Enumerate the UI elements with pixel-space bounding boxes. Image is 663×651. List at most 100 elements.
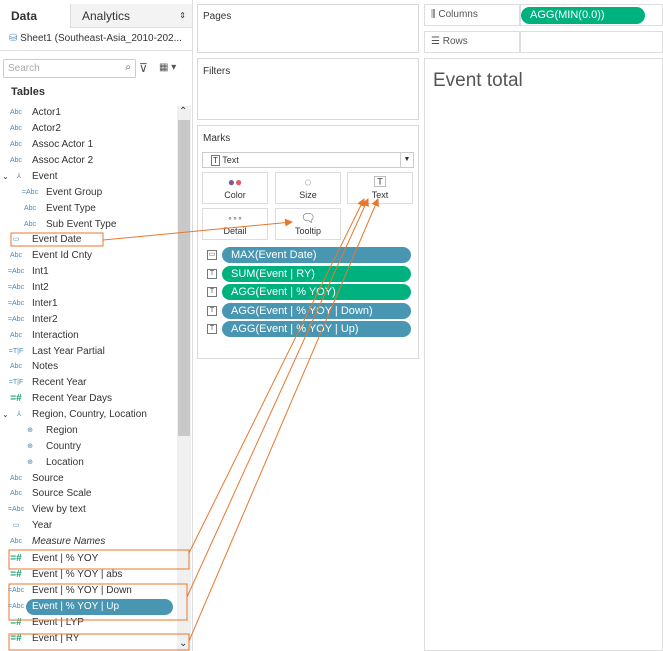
- field-item[interactable]: Abc Source Scale: [0, 486, 176, 502]
- field-label: Event Id Cnty: [32, 250, 93, 261]
- field-label: Int1: [32, 266, 49, 277]
- tooltip-button[interactable]: 🗨 Tooltip: [275, 208, 341, 240]
- field-item[interactable]: =# Event | LYP: [0, 615, 176, 631]
- field-item[interactable]: Abc Notes: [0, 359, 176, 375]
- dimension-icon: Abc: [9, 475, 23, 482]
- field-item[interactable]: =# Event | RY: [0, 631, 176, 647]
- marks-pill[interactable]: AGG(Event | % YOY): [222, 284, 411, 301]
- field-item[interactable]: =T|F Recent Year: [0, 375, 176, 391]
- field-label: Recent Year: [32, 377, 87, 388]
- scrollbar[interactable]: ⌃ ⌄: [177, 106, 191, 651]
- rows-label: Rows: [442, 36, 468, 47]
- marks-pill[interactable]: AGG(Event | % YOY | Down): [222, 302, 411, 319]
- marks-pill[interactable]: MAX(Event Date): [222, 247, 411, 263]
- text-encoding-icon[interactable]: T: [207, 305, 217, 316]
- dimension-icon: Abc: [9, 109, 23, 116]
- columns-shelf[interactable]: AGG(MIN(0.0)): [520, 4, 663, 26]
- marks-pill[interactable]: AGG(Event | % YOY | Up): [222, 321, 411, 338]
- filters-shelf[interactable]: Filters: [197, 58, 419, 120]
- field-item[interactable]: Abc Measure Names: [0, 534, 176, 550]
- scroll-up-icon[interactable]: ⌃: [179, 106, 187, 117]
- dimension-icon: Abc: [9, 141, 23, 148]
- field-item[interactable]: ▭ Event Date: [0, 232, 176, 248]
- field-item[interactable]: =Abc Event | % YOY | Up: [0, 599, 176, 615]
- marks-label: Marks: [203, 133, 231, 144]
- scroll-down-icon[interactable]: ⌄: [179, 638, 187, 649]
- tooltip-encoding-icon[interactable]: ▭: [207, 250, 217, 260]
- field-item[interactable]: Abc Actor2: [0, 121, 176, 137]
- dimension-icon: =Abc: [7, 506, 25, 513]
- hierarchy-icon: ⅄: [16, 173, 22, 180]
- size-label: Size: [299, 190, 317, 200]
- field-item[interactable]: ⊕ Country: [0, 439, 176, 455]
- field-item[interactable]: ⌄ ⅄ Event: [0, 169, 176, 185]
- search-input[interactable]: Search ⌕: [3, 59, 136, 78]
- columns-icon: ⫼: [431, 9, 436, 20]
- field-label: Actor1: [32, 107, 61, 118]
- field-item[interactable]: Abc Source: [0, 471, 176, 487]
- field-item[interactable]: =Abc Int1: [0, 264, 176, 280]
- measure-icon: =#: [10, 617, 22, 628]
- dimension-icon: Abc: [9, 125, 23, 132]
- detail-button[interactable]: ∘∘∘ Detail: [202, 208, 268, 240]
- text-encoding-icon[interactable]: T: [207, 287, 217, 298]
- size-button[interactable]: ◌ Size: [275, 172, 341, 204]
- text-icon: 🅃: [373, 175, 386, 189]
- rows-shelf[interactable]: [520, 31, 663, 53]
- field-label: Event | % YOY | Down: [32, 585, 132, 596]
- columns-pill[interactable]: AGG(MIN(0.0)): [521, 7, 645, 24]
- filter-icon[interactable]: ⊽: [139, 61, 148, 75]
- datasource[interactable]: ⛁ Sheet1 (Southeast-Asia_2010-202...: [9, 32, 191, 46]
- dimension-icon: Abc: [23, 205, 37, 212]
- field-item[interactable]: =Abc Event Group: [0, 185, 176, 201]
- field-label: Event | RY: [32, 633, 80, 644]
- rows-shelf-label: ☰ Rows: [424, 31, 520, 53]
- view-options-icon[interactable]: ▦ ▾: [159, 62, 176, 73]
- field-item[interactable]: Abc Actor1: [0, 105, 176, 121]
- field-item[interactable]: =# Recent Year Days: [0, 391, 176, 407]
- field-item[interactable]: =Abc Int2: [0, 280, 176, 296]
- field-item[interactable]: Abc Event Type: [0, 201, 176, 217]
- pages-shelf[interactable]: Pages: [197, 4, 419, 53]
- field-item[interactable]: =# Event | % YOY: [0, 551, 176, 567]
- dimension-icon: Abc: [9, 252, 23, 259]
- text-button[interactable]: 🅃 Text: [347, 172, 413, 204]
- tab-data[interactable]: Data: [0, 4, 70, 28]
- field-item[interactable]: ▭ Year: [0, 518, 176, 534]
- field-item[interactable]: ⌄ ⅄ Region, Country, Location: [0, 407, 176, 423]
- field-item[interactable]: =Abc Event | % YOY | Down: [0, 583, 176, 599]
- marks-pill[interactable]: SUM(Event | RY): [222, 265, 411, 282]
- field-item[interactable]: =# Event | % YOY | abs: [0, 567, 176, 583]
- field-item[interactable]: Abc Event Id Cnty: [0, 248, 176, 264]
- field-label: Int2: [32, 282, 49, 293]
- field-item[interactable]: Abc Interaction: [0, 328, 176, 344]
- expand-icon[interactable]: ⌄: [2, 407, 9, 423]
- measure-icon: =#: [10, 393, 22, 404]
- mark-type-dropdown[interactable]: T Text ▼: [202, 152, 414, 168]
- tab-analytics[interactable]: Analytics ⇕: [70, 4, 192, 28]
- field-item[interactable]: =Abc Inter1: [0, 296, 176, 312]
- pages-label: Pages: [203, 11, 232, 22]
- color-button[interactable]: ●● Color: [202, 172, 268, 204]
- field-item[interactable]: =T|F Last Year Partial: [0, 344, 176, 360]
- detail-label: Detail: [223, 226, 247, 236]
- expand-icon[interactable]: ⌄: [2, 169, 9, 185]
- field-item[interactable]: Abc Sub Event Type: [0, 217, 176, 233]
- dimension-icon: Abc: [9, 332, 23, 339]
- sort-icon[interactable]: ⇕: [179, 4, 186, 28]
- text-encoding-icon[interactable]: T: [207, 268, 217, 279]
- view-canvas[interactable]: Event total: [424, 58, 663, 651]
- field-item[interactable]: =Abc View by text: [0, 502, 176, 518]
- tables-heading: Tables: [11, 86, 46, 98]
- field-item[interactable]: ⊕ Region: [0, 423, 176, 439]
- field-item[interactable]: Abc Assoc Actor 2: [0, 153, 176, 169]
- field-item[interactable]: Abc Assoc Actor 1: [0, 137, 176, 153]
- tab-analytics-label: Analytics: [82, 9, 131, 23]
- field-item[interactable]: =Abc Inter2: [0, 312, 176, 328]
- text-encoding-icon[interactable]: T: [207, 324, 217, 335]
- dimension-icon: =Abc: [21, 189, 39, 196]
- field-label: Measure Names: [32, 536, 106, 547]
- rows-icon: ☰: [431, 36, 440, 47]
- field-item[interactable]: ⊕ Location: [0, 455, 176, 471]
- dimension-icon: =Abc: [7, 587, 25, 594]
